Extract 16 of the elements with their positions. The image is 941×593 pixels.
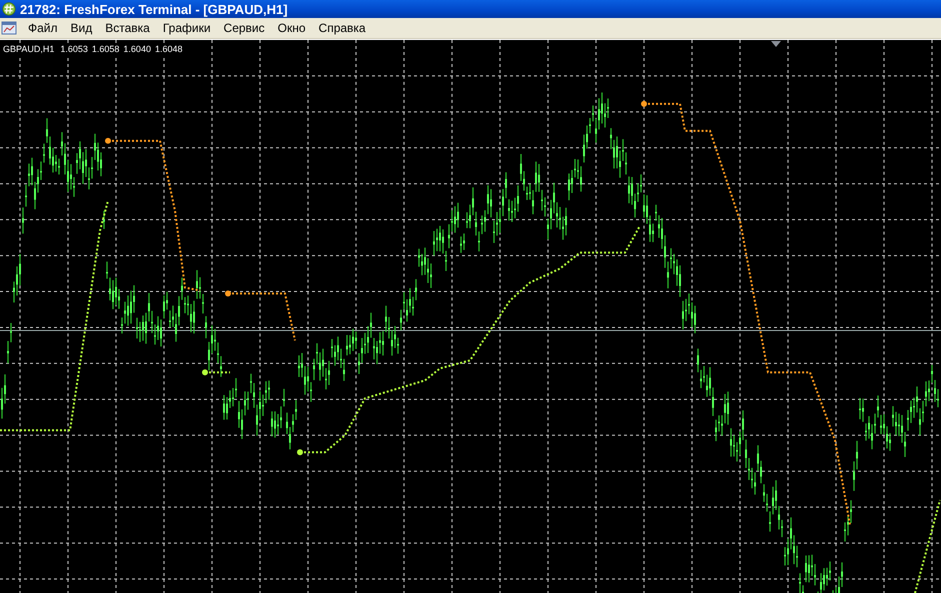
menu-item[interactable]: Окно: [272, 21, 314, 35]
menu-item[interactable]: Файл: [23, 21, 66, 35]
price-quote: 1.6048: [154, 44, 182, 55]
price-quote: 1.6040: [123, 44, 151, 55]
price-quote: 1.6053: [60, 44, 88, 55]
menu-item[interactable]: Справка: [314, 21, 374, 35]
price-quote: 1.6058: [92, 44, 120, 55]
menu-item[interactable]: Графики: [158, 21, 219, 35]
chart-shift-marker-icon[interactable]: [771, 41, 781, 47]
app-icon: [2, 2, 16, 16]
chart-symbol: GBPAUD,H1: [3, 44, 54, 55]
chart-window-icon[interactable]: [1, 20, 17, 36]
menu-item[interactable]: Сервис: [218, 21, 273, 35]
window-title: 21782: FreshForex Terminal - [GBPAUD,H1]: [20, 2, 288, 16]
menu-item[interactable]: Вставка: [100, 21, 158, 35]
menu-item[interactable]: Вид: [66, 21, 100, 35]
